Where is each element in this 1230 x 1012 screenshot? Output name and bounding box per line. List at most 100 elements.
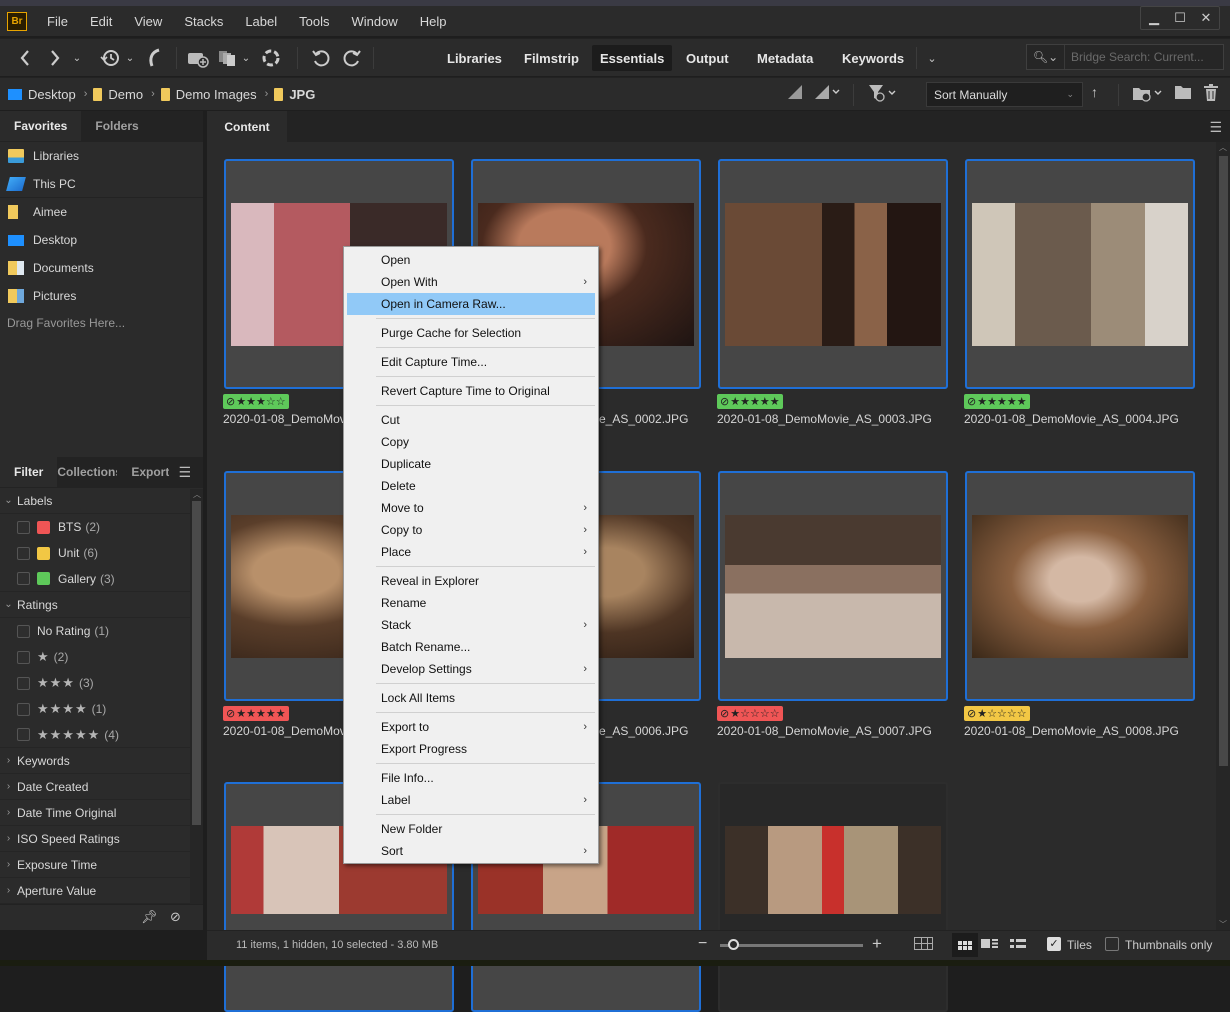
star-icon[interactable]: ☆	[770, 707, 780, 720]
thumbnail-tile[interactable]	[965, 471, 1195, 701]
favorite-aimee[interactable]: Aimee	[0, 198, 203, 226]
context-menu-item-duplicate[interactable]: Duplicate	[347, 453, 595, 475]
filter-rating-5[interactable]: ★★★★★ (4)	[0, 722, 190, 748]
workspace-libraries[interactable]: Libraries	[439, 45, 510, 71]
filter-section-keywords[interactable]: › Keywords	[0, 748, 190, 774]
star-icon[interactable]: ★	[987, 395, 997, 408]
star-icon[interactable]: ☆	[266, 395, 276, 408]
star-icon[interactable]: ★	[236, 395, 246, 408]
thumbnails-only-checkbox[interactable]	[1105, 937, 1119, 951]
context-menu-item-label[interactable]: Label ›	[347, 789, 595, 811]
breadcrumb-separator-icon[interactable]: ›	[84, 88, 88, 100]
reject-icon[interactable]: ⊘	[226, 707, 235, 720]
context-menu-item-edit-capture-time[interactable]: Edit Capture Time...	[347, 351, 595, 373]
menu-help[interactable]: Help	[420, 14, 447, 29]
reject-icon[interactable]: ⊘	[720, 707, 729, 720]
thumbnail-tile[interactable]	[718, 159, 948, 389]
reject-icon[interactable]: ⊘	[226, 395, 235, 408]
menu-view[interactable]: View	[134, 14, 162, 29]
filter-section-exposure-time[interactable]: › Exposure Time	[0, 852, 190, 878]
context-menu-item-open-in-camera-raw[interactable]: Open in Camera Raw...	[347, 293, 595, 315]
star-icon[interactable]: ★	[760, 395, 770, 408]
star-icon[interactable]: ☆	[750, 707, 760, 720]
thumbnail-filename[interactable]: 2020-01-08_DemoMovie_AS_0003.JPG	[717, 412, 932, 426]
context-menu-item-rename[interactable]: Rename	[347, 592, 595, 614]
boomerang-icon[interactable]	[144, 46, 164, 70]
workspace-filmstrip[interactable]: Filmstrip	[516, 45, 587, 71]
thumbnail-filename[interactable]: 2020-01-08_DemoMov	[223, 412, 346, 426]
tab-filter[interactable]: Filter	[0, 457, 58, 487]
filter-section-iso[interactable]: › ISO Speed Ratings	[0, 826, 190, 852]
workspace-essentials[interactable]: Essentials	[592, 45, 673, 71]
context-menu-item-copy[interactable]: Copy	[347, 431, 595, 453]
menu-tools[interactable]: Tools	[299, 14, 329, 29]
context-menu-item-place[interactable]: Place ›	[347, 541, 595, 563]
open-in-camera-raw-icon[interactable]	[260, 46, 282, 70]
breadcrumb-demo-images[interactable]: Demo Images	[160, 87, 257, 102]
filter-rating-1[interactable]: ★ (2)	[0, 644, 190, 670]
menu-stacks[interactable]: Stacks	[184, 14, 223, 29]
context-menu-item-delete[interactable]: Delete	[347, 475, 595, 497]
filter-rating-3[interactable]: ★★★ (3)	[0, 670, 190, 696]
clear-filter-icon[interactable]: ⊘	[170, 909, 181, 925]
recent-history-icon[interactable]	[98, 46, 122, 70]
filter-label-bts[interactable]: BTS (2)	[0, 514, 190, 540]
view-details-icon[interactable]	[981, 939, 998, 948]
context-menu-item-copy-to[interactable]: Copy to ›	[347, 519, 595, 541]
favorite-pictures[interactable]: Pictures	[0, 282, 203, 310]
star-icon[interactable]: ★	[977, 707, 987, 720]
breadcrumb-separator-icon[interactable]: ›	[151, 88, 155, 100]
menu-edit[interactable]: Edit	[90, 14, 112, 29]
star-icon[interactable]: ☆	[760, 707, 770, 720]
filter-rating-4[interactable]: ★★★★ (1)	[0, 696, 190, 722]
panel-menu-icon[interactable]: ☰	[178, 464, 191, 481]
tab-folders[interactable]: Folders	[81, 111, 152, 141]
sort-ascending-icon[interactable]: ↑	[1091, 84, 1098, 100]
filter-items-icon[interactable]	[868, 84, 900, 107]
star-icon[interactable]: ★	[236, 707, 246, 720]
checkbox[interactable]	[17, 520, 30, 534]
star-icon[interactable]: ★	[770, 395, 780, 408]
history-dropdown-icon[interactable]: ⌄	[124, 46, 136, 70]
rating-badge[interactable]: ⊘ ★ ★ ★ ☆ ☆	[223, 394, 289, 409]
breadcrumb-demo[interactable]: Demo	[93, 87, 143, 102]
reject-icon[interactable]: ⊘	[720, 395, 729, 408]
checkbox[interactable]	[17, 546, 30, 560]
context-menu-item-sort[interactable]: Sort ›	[347, 840, 595, 862]
context-menu-item-export-progress[interactable]: Export Progress	[347, 738, 595, 760]
rating-badge[interactable]: ⊘ ★ ★ ★ ★ ★	[964, 394, 1030, 409]
minimize-icon[interactable]: ▁	[1141, 7, 1167, 29]
scroll-down-icon[interactable]: ﹀	[1219, 919, 1227, 930]
thumbnail-filename[interactable]: 2020-01-08_DemoMovie_AS_0004.JPG	[964, 412, 1179, 426]
delete-trash-icon[interactable]	[1203, 84, 1219, 107]
context-menu-item-file-info[interactable]: File Info...	[347, 767, 595, 789]
sort-dropdown[interactable]: Sort Manually ⌄	[926, 82, 1083, 107]
rating-badge[interactable]: ⊘ ★ ★ ★ ★ ★	[223, 706, 289, 721]
star-icon[interactable]: ★	[977, 395, 987, 408]
star-icon[interactable]: ★	[1017, 395, 1027, 408]
star-icon[interactable]: ☆	[276, 395, 286, 408]
content-scrollbar[interactable]: ︿ ﹀	[1216, 142, 1230, 930]
reject-icon[interactable]: ⊘	[967, 395, 976, 408]
star-icon[interactable]: ★	[246, 395, 256, 408]
context-menu-item-open[interactable]: Open	[347, 249, 595, 271]
breadcrumb-desktop[interactable]: Desktop	[8, 87, 76, 102]
star-icon[interactable]: ★	[997, 395, 1007, 408]
scroll-up-icon[interactable]: ︿	[1219, 142, 1227, 153]
thumbnail-filename[interactable]: 2020-01-08_DemoMovie_AS_0007.JPG	[717, 724, 932, 738]
filter-scrollbar[interactable]: ︿ ﹀	[190, 489, 203, 929]
star-icon[interactable]: ★	[1007, 395, 1017, 408]
more-workspaces-icon[interactable]: ⌄	[922, 46, 942, 70]
get-photos-from-camera-icon[interactable]	[186, 46, 210, 70]
recent-dropdown-icon[interactable]: ⌄	[70, 46, 84, 70]
search-field[interactable]: 🔍︎⌄ Bridge Search: Current...	[1026, 44, 1224, 70]
workspace-metadata[interactable]: Metadata	[749, 45, 821, 71]
star-icon[interactable]: ☆	[1007, 707, 1017, 720]
rating-badge[interactable]: ⊘ ★ ☆ ☆ ☆ ☆	[964, 706, 1030, 721]
workspace-output[interactable]: Output	[678, 45, 737, 71]
filter-rating-none[interactable]: No Rating (1)	[0, 618, 190, 644]
star-icon[interactable]: ★	[740, 395, 750, 408]
favorite-this-pc[interactable]: This PC	[0, 170, 203, 198]
close-icon[interactable]: ✕	[1193, 7, 1219, 29]
scrollbar-thumb[interactable]	[192, 501, 201, 825]
